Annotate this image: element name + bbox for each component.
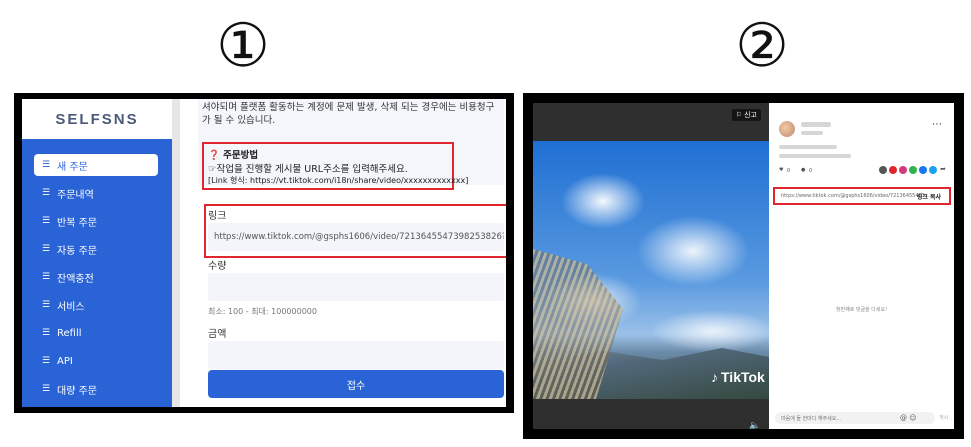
like-count: 0 bbox=[787, 168, 791, 174]
sidebar-item-new-order[interactable]: ☰ 새 주문 bbox=[34, 154, 158, 176]
menu-icon: ☰ bbox=[42, 299, 51, 310]
repost-icon[interactable] bbox=[889, 166, 897, 174]
blurred-caption bbox=[779, 154, 851, 158]
quantity-input[interactable] bbox=[208, 273, 504, 301]
video-player[interactable]: ⚐ 신고 ♪ TikTok 🔈 bbox=[533, 103, 769, 429]
blurred-caption bbox=[779, 145, 837, 149]
warning-text: 셔야되며 플랫폼 활동하는 계정에 문제 발생, 삭제 되는 경우에는 비용청구… bbox=[202, 102, 495, 126]
scrollbar[interactable] bbox=[172, 99, 180, 407]
copy-link-highlight: https://www.tiktok.com/@gsphs1606/video/… bbox=[773, 187, 951, 205]
sidebar-item-repeat-order[interactable]: ☰ 반복 주문 bbox=[34, 210, 158, 232]
blurred-username bbox=[801, 122, 831, 127]
menu-icon: ☰ bbox=[42, 327, 51, 338]
share-icon[interactable]: ➦ bbox=[940, 165, 946, 173]
howto-highlight: ❓ 주문방법 ☞작업을 진행할 게시물 URL주소를 입력해주세요. [Link… bbox=[202, 142, 468, 190]
tiktok-watermark: ♪ TikTok bbox=[711, 369, 765, 385]
embed-icon[interactable] bbox=[879, 166, 887, 174]
menu-icon: ☰ bbox=[42, 243, 51, 254]
menu-icon: ☰ bbox=[42, 159, 51, 170]
howto-instruction: ☞작업을 진행할 게시물 URL주소를 입력해주세요. bbox=[208, 164, 408, 175]
sidebar-item-refill[interactable]: ☰ Refill bbox=[34, 322, 158, 344]
menu-icon: ☰ bbox=[42, 355, 51, 366]
twitter-icon[interactable] bbox=[929, 166, 937, 174]
amount-label: 금액 bbox=[208, 329, 227, 340]
volume-icon[interactable]: 🔈 bbox=[749, 421, 760, 429]
report-button[interactable]: ⚐ 신고 bbox=[731, 109, 761, 121]
sidebar-item-order-history[interactable]: ☰ 주문내역 bbox=[34, 182, 158, 204]
sidebar-item-services[interactable]: ☰ 서비스 bbox=[34, 294, 158, 316]
copy-link-button[interactable]: 링크 복사 bbox=[917, 192, 941, 201]
menu-icon: ☰ bbox=[42, 187, 51, 198]
sidebar-item-auto-order[interactable]: ☰ 자동 주문 bbox=[34, 238, 158, 260]
menu-icon: ☰ bbox=[42, 215, 51, 226]
link-highlight bbox=[204, 204, 506, 258]
howto-title: ❓ 주문방법 bbox=[208, 150, 259, 161]
blurred-handle bbox=[801, 131, 823, 135]
heart-icon[interactable]: ♥ bbox=[779, 167, 783, 173]
tiktok-screenshot: ⚐ 신고 ♪ TikTok 🔈 ⋯ ♥ 0 ● 0 ➦ https://www.t… bbox=[523, 93, 964, 439]
submit-button[interactable]: 접수 bbox=[208, 370, 504, 398]
instagram-icon[interactable] bbox=[899, 166, 907, 174]
step-number-1: ① bbox=[216, 11, 270, 81]
howto-format: [Link 형식: https://vt.tiktok.com/i18n/sha… bbox=[208, 176, 469, 185]
post-sidebar: ⋯ ♥ 0 ● 0 ➦ https://www.tiktok.com/@gsph… bbox=[769, 103, 954, 429]
menu-icon: ☰ bbox=[42, 383, 51, 394]
sidebar-item-mass-order[interactable]: ☰ 대량 주문 bbox=[34, 378, 158, 400]
tiktok-note-icon: ♪ bbox=[711, 369, 718, 385]
comment-icon[interactable]: ● bbox=[801, 167, 805, 173]
comment-count: 0 bbox=[809, 168, 813, 174]
order-form: 셔야되며 플랫폼 활동하는 계정에 문제 발생, 삭제 되는 경우에는 비용청구… bbox=[180, 99, 506, 407]
empty-comments-text: 첫번째로 댓글을 다세요! bbox=[835, 307, 888, 313]
amount-field bbox=[208, 341, 504, 369]
avatar[interactable] bbox=[779, 121, 795, 137]
quantity-hint: 최소: 100 - 최대: 100000000 bbox=[208, 307, 317, 316]
whatsapp-icon[interactable] bbox=[909, 166, 917, 174]
facebook-icon[interactable] bbox=[919, 166, 927, 174]
sidebar-item-balance[interactable]: ☰ 잔액충전 bbox=[34, 266, 158, 288]
sidebar-item-api[interactable]: ☰ API bbox=[34, 350, 158, 372]
order-form-screenshot: SELFSNS ☰ 새 주문 ☰ 주문내역 ☰ 반복 주문 ☰ 자동 주문 ☰ 잔액충전 … bbox=[14, 93, 514, 413]
step-number-2: ② bbox=[735, 11, 789, 81]
logo: SELFSNS bbox=[22, 99, 172, 139]
post-button[interactable]: 게시 bbox=[939, 414, 948, 421]
video-frame bbox=[533, 141, 769, 399]
menu-icon: ☰ bbox=[42, 271, 51, 282]
mention-emoji-icons[interactable]: @ ☺ bbox=[900, 414, 917, 422]
video-url: https://www.tiktok.com/@gsphs1606/video/… bbox=[781, 193, 930, 199]
more-icon[interactable]: ⋯ bbox=[932, 119, 942, 130]
quantity-label: 수량 bbox=[208, 261, 227, 272]
sidebar: SELFSNS ☰ 새 주문 ☰ 주문내역 ☰ 반복 주문 ☰ 자동 주문 ☰ 잔액충전 … bbox=[22, 99, 172, 407]
